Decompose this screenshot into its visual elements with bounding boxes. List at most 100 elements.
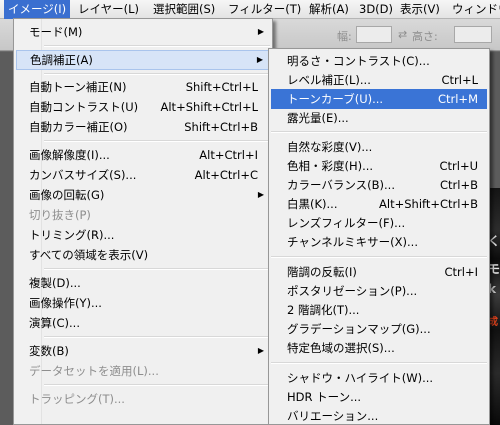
menu-item-lens-filter[interactable]: レンズフィルター(F)... xyxy=(271,213,487,233)
menu-item-variables[interactable]: 変数(B) ▶ xyxy=(16,341,270,361)
menu-item-label: シャドウ・ハイライト(W)... xyxy=(287,371,434,385)
menu-item-auto-color[interactable]: 自動カラー補正(O) Shift+Ctrl+B xyxy=(16,117,270,137)
menu-item-exposure[interactable]: 露光量(E)... xyxy=(271,108,487,128)
menu-item-black-white[interactable]: 白黒(K)... Alt+Shift+Ctrl+B xyxy=(271,194,487,214)
menu-item-shortcut: Ctrl+U xyxy=(439,159,478,173)
menu-item-label: トーンカーブ(U)... xyxy=(287,92,384,106)
menu-item-auto-tone[interactable]: 自動トーン補正(N) Shift+Ctrl+L xyxy=(16,77,270,97)
menu-item-trap: トラッピング(T)... xyxy=(16,389,270,409)
menu-item-label: 特定色域の選択(S)... xyxy=(287,341,395,355)
menu-filter[interactable]: フィルター(T) xyxy=(224,0,305,19)
menu-item-label: ポスタリゼーション(P)... xyxy=(287,284,418,298)
menu-item-shortcut: Alt+Shift+Ctrl+L xyxy=(160,100,259,114)
menu-item-label: レンズフィルター(F)... xyxy=(287,216,406,230)
menu-item-label: バリエーション... xyxy=(287,409,379,423)
height-label: 高さ: xyxy=(412,30,438,43)
menu-item-curves[interactable]: トーンカーブ(U)... Ctrl+M xyxy=(271,89,487,109)
menu-item-variations[interactable]: バリエーション... xyxy=(271,406,487,424)
menu-item-label: 演算(C)... xyxy=(29,316,80,330)
menu-separator xyxy=(44,45,270,47)
menu-window[interactable]: ウィンドウ xyxy=(448,0,500,19)
menu-item-image-rotation[interactable]: 画像の回転(G) ▶ xyxy=(16,185,270,205)
menu-separator xyxy=(271,362,487,364)
menu-item-trim[interactable]: トリミング(R)... xyxy=(16,225,270,245)
menu-item-calculations[interactable]: 演算(C)... xyxy=(16,313,270,333)
menu-item-vibrance[interactable]: 自然な彩度(V)... xyxy=(271,137,487,157)
menu-item-label: すべての領域を表示(V) xyxy=(29,248,149,262)
menu-item-shadows-highlights[interactable]: シャドウ・ハイライト(W)... xyxy=(271,368,487,388)
image-menu: モード(M) ▶ 色調補正(A) ▶ 自動トーン補正(N) Shift+Ctrl… xyxy=(13,18,273,425)
menu-separator xyxy=(44,140,270,142)
menu-item-label: 階調の反転(I) xyxy=(287,265,357,279)
menu-item-label: 自動コントラスト(U) xyxy=(29,100,139,114)
menu-layer[interactable]: レイヤー(L) xyxy=(74,0,143,19)
menu-item-shortcut: Shift+Ctrl+B xyxy=(184,120,258,134)
menu-item-label: カンバスサイズ(S)... xyxy=(29,168,137,182)
menu-item-shortcut: Shift+Ctrl+L xyxy=(185,80,258,94)
menu-item-reveal-all[interactable]: すべての領域を表示(V) xyxy=(16,245,270,265)
menu-item-label: チャンネルミキサー(X)... xyxy=(287,235,418,249)
submenu-arrow-icon: ▶ xyxy=(257,27,264,36)
menu-item-label: レベル補正(L)... xyxy=(287,73,371,87)
menu-item-label: トリミング(R)... xyxy=(29,228,115,242)
menu-item-label: 色調補正(A) xyxy=(30,53,93,67)
menu-item-hdr-toning[interactable]: HDR トーン... xyxy=(271,387,487,407)
menu-item-apply-image[interactable]: 画像操作(Y)... xyxy=(16,293,270,313)
menu-item-label: モード(M) xyxy=(29,25,83,39)
menu-item-label: 画像の回転(G) xyxy=(29,188,105,202)
menu-item-crop: 切り抜き(P) xyxy=(16,205,270,225)
menu-item-shortcut: Ctrl+I xyxy=(444,265,479,279)
height-field[interactable] xyxy=(454,26,492,43)
menu-item-shortcut: Alt+Shift+Ctrl+B xyxy=(379,197,478,211)
menu-item-label: 画像解像度(I)... xyxy=(29,148,110,162)
menu-item-label: 複製(D)... xyxy=(29,276,81,290)
menu-select[interactable]: 選択範囲(S) xyxy=(149,0,219,19)
menu-separator xyxy=(44,268,270,270)
menu-item-gradient-map[interactable]: グラデーションマップ(G)... xyxy=(271,319,487,339)
menu-bar: イメージ(I) レイヤー(L) 選択範囲(S) フィルター(T) 解析(A) 3… xyxy=(0,0,500,19)
menu-item-label: 明るさ・コントラスト(C)... xyxy=(287,54,430,68)
swap-icon[interactable]: ⇄ xyxy=(398,28,407,41)
menu-item-label: HDR トーン... xyxy=(287,390,362,404)
menu-item-label: 色相・彩度(H)... xyxy=(287,159,374,173)
menu-3d[interactable]: 3D(D) xyxy=(355,0,397,19)
menu-item-label: 露光量(E)... xyxy=(287,111,349,125)
menu-item-channel-mixer[interactable]: チャンネルミキサー(X)... xyxy=(271,232,487,252)
menu-item-selective-color[interactable]: 特定色域の選択(S)... xyxy=(271,338,487,358)
submenu-arrow-icon: ▶ xyxy=(256,55,263,64)
menu-item-label: トラッピング(T)... xyxy=(29,392,125,406)
menu-item-apply-data-set: データセットを適用(L)... xyxy=(16,361,270,381)
menu-image[interactable]: イメージ(I) xyxy=(4,0,71,19)
menu-analysis[interactable]: 解析(A) xyxy=(305,0,353,19)
menu-item-posterize[interactable]: ポスタリゼーション(P)... xyxy=(271,281,487,301)
menu-item-brightness-contrast[interactable]: 明るさ・コントラスト(C)... xyxy=(271,51,487,71)
menu-item-duplicate[interactable]: 複製(D)... xyxy=(16,273,270,293)
menu-item-label: グラデーションマップ(G)... xyxy=(287,322,431,336)
submenu-arrow-icon: ▶ xyxy=(257,190,264,199)
menu-item-levels[interactable]: レベル補正(L)... Ctrl+L xyxy=(271,70,487,90)
menu-item-adjustments[interactable]: 色調補正(A) ▶ xyxy=(16,50,270,70)
submenu-arrow-icon: ▶ xyxy=(257,346,264,355)
menu-item-shortcut: Alt+Ctrl+I xyxy=(199,148,258,162)
menu-separator xyxy=(271,256,487,258)
menu-item-label: 白黒(K)... xyxy=(287,197,338,211)
menu-item-label: 2 階調化(T)... xyxy=(287,303,360,317)
menu-view[interactable]: 表示(V) xyxy=(396,0,444,19)
menu-item-image-size[interactable]: 画像解像度(I)... Alt+Ctrl+I xyxy=(16,145,270,165)
menu-item-mode[interactable]: モード(M) ▶ xyxy=(16,22,270,42)
menu-item-invert[interactable]: 階調の反転(I) Ctrl+I xyxy=(271,262,487,282)
menu-item-label: 自動カラー補正(O) xyxy=(29,120,128,134)
menu-item-label: カラーバランス(B)... xyxy=(287,178,395,192)
menu-item-shortcut: Ctrl+B xyxy=(440,178,478,192)
menu-item-label: 画像操作(Y)... xyxy=(29,296,102,310)
menu-item-shortcut: Alt+Ctrl+C xyxy=(194,168,258,182)
menu-item-shortcut: Ctrl+M xyxy=(437,92,478,106)
width-field[interactable] xyxy=(356,26,392,43)
menu-separator xyxy=(44,336,270,338)
menu-item-canvas-size[interactable]: カンバスサイズ(S)... Alt+Ctrl+C xyxy=(16,165,270,185)
menu-item-threshold[interactable]: 2 階調化(T)... xyxy=(271,300,487,320)
menu-item-auto-contrast[interactable]: 自動コントラスト(U) Alt+Shift+Ctrl+L xyxy=(16,97,270,117)
menu-item-hue-saturation[interactable]: 色相・彩度(H)... Ctrl+U xyxy=(271,156,487,176)
menu-item-color-balance[interactable]: カラーバランス(B)... Ctrl+B xyxy=(271,175,487,195)
menu-item-label: データセットを適用(L)... xyxy=(29,364,159,378)
